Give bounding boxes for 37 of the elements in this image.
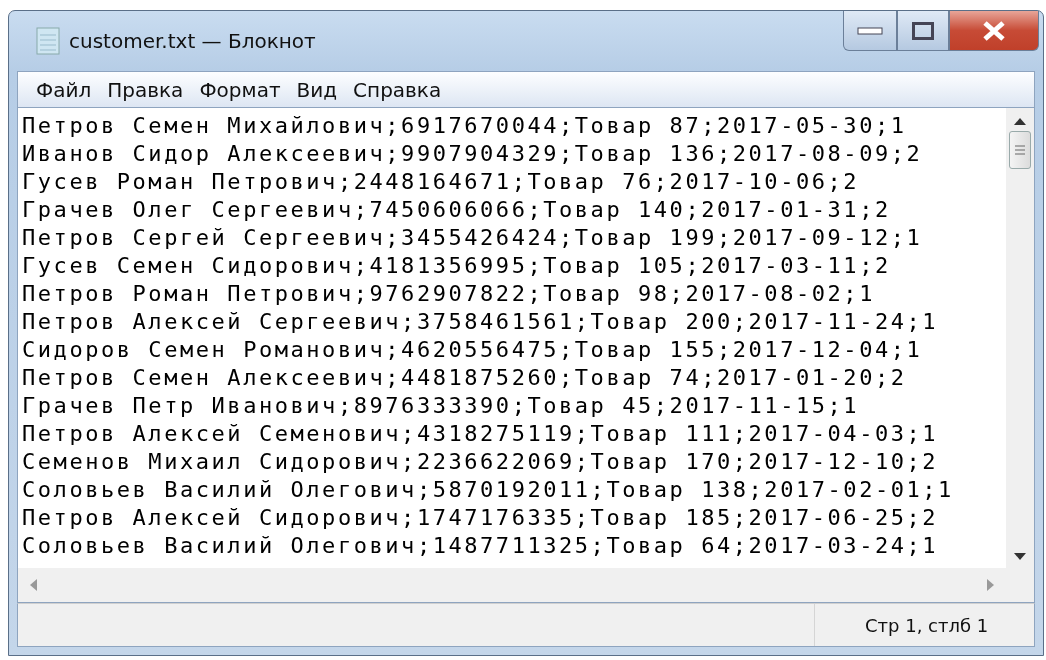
text-line: Гусев Роман Петрович;2448164671;Товар 76;2017-10-06;2 [22,168,860,196]
menu-item[interactable]: Формат [191,74,289,105]
minimize-button[interactable] [843,11,897,51]
menu-item[interactable]: Файл [28,74,100,105]
cursor-position: Стр 1, стлб 1 [814,604,1034,646]
text-line: Петров Алексей Сидорович;1747176335;Товар 185;2017-06-25;2 [22,504,939,532]
close-icon [982,19,1006,42]
vertical-scrollbar[interactable] [1006,108,1034,568]
horizontal-scrollbar[interactable] [18,568,1006,602]
text-line: Соловьев Василий Олегович;1487711325;Товар 64;2017-03-24;1 [22,532,939,560]
menu-item[interactable]: Вид [288,74,346,105]
text-line: Петров Алексей Семенович;4318275119;Товар 111;2017-04-03;1 [22,420,939,448]
notepad-icon [35,26,61,56]
close-button[interactable] [949,11,1039,51]
text-line: Петров Алексей Сергеевич;3758461561;Товар 200;2017-11-24;1 [22,308,939,336]
menu-item[interactable]: Правка [99,74,192,105]
scroll-thumb[interactable] [1009,131,1031,169]
maximize-icon [912,21,934,40]
scroll-left-icon[interactable] [30,579,37,591]
text-line: Иванов Сидор Алексеевич;9907904329;Товар 136;2017-08-09;2 [22,140,923,168]
text-line: Соловьев Василий Олегович;5870192011;Товар 138;2017-02-01;1 [22,476,954,504]
text-line: Петров Семен Алексеевич;4481875260;Товар 74;2017-01-20;2 [22,364,907,392]
minimize-icon [857,26,883,35]
menu-item[interactable]: Справка [345,74,450,105]
scroll-right-icon[interactable] [987,579,994,591]
text-line: Грачев Олег Сергеевич;7450606066;Товар 140;2017-01-31;2 [22,196,891,224]
scroll-down-icon[interactable] [1014,553,1026,560]
maximize-button[interactable] [897,11,949,51]
text-line: Грачев Петр Иванович;8976333390;Товар 45;2017-11-15;1 [22,392,860,420]
text-line: Гусев Семен Сидорович;4181356995;Товар 105;2017-03-11;2 [22,252,891,280]
window-title: customer.txt — Блокнот [69,28,316,55]
scroll-up-icon[interactable] [1014,118,1026,125]
text-line: Петров Семен Михайлович;6917670044;Товар 87;2017-05-30;1 [22,112,907,140]
text-line: Петров Роман Петрович;9762907822;Товар 98;2017-08-02;1 [22,280,875,308]
text-line: Петров Сергей Сергеевич;3455426424;Товар 199;2017-09-12;1 [22,224,923,252]
text-line: Семенов Михаил Сидорович;2236622069;Товар 170;2017-12-10;2 [22,448,939,476]
text-line: Сидоров Семен Романович;4620556475;Товар 155;2017-12-04;1 [22,336,923,364]
